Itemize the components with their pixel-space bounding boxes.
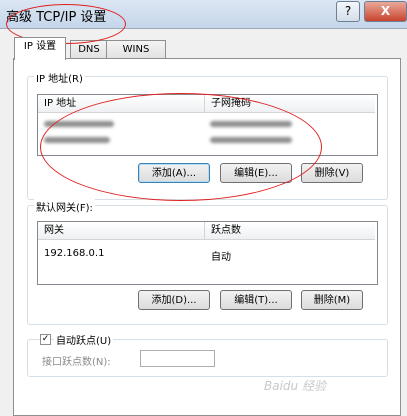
gateway-add-button[interactable]: 添加(D)... xyxy=(138,290,210,310)
gateway-edit-button[interactable]: 编辑(T)... xyxy=(220,290,292,310)
auto-metric-label[interactable]: 自动跃点(U) xyxy=(54,332,114,347)
watermark: Baidu 经验 xyxy=(264,379,326,393)
metric-value[interactable]: 自动 xyxy=(211,248,231,263)
gateway-value[interactable]: 192.168.0.1 xyxy=(44,248,104,259)
help-button[interactable]: ? xyxy=(336,1,360,22)
auto-metric-checkbox[interactable]: ✓ xyxy=(40,334,51,345)
column-metric[interactable]: 跃点数 xyxy=(205,222,375,240)
column-gateway[interactable]: 网关 xyxy=(38,222,205,240)
interface-metric-input[interactable] xyxy=(140,350,215,367)
tab-ip-settings[interactable]: IP 设置 xyxy=(14,37,66,60)
gateway-list[interactable]: 网关 跃点数 192.168.0.1 自动 xyxy=(37,221,378,285)
close-button[interactable]: X xyxy=(364,1,407,22)
interface-metric-label: 接口跃点数(N): xyxy=(42,357,111,368)
tab-wins[interactable]: WINS xyxy=(106,40,166,59)
annotation-ellipse-ip-list xyxy=(40,93,322,201)
gateway-delete-button[interactable]: 删除(M) xyxy=(301,290,363,310)
gateway-group-label: 默认网关(F): xyxy=(34,199,95,214)
ip-address-group-label: IP 地址(R) xyxy=(34,70,85,85)
